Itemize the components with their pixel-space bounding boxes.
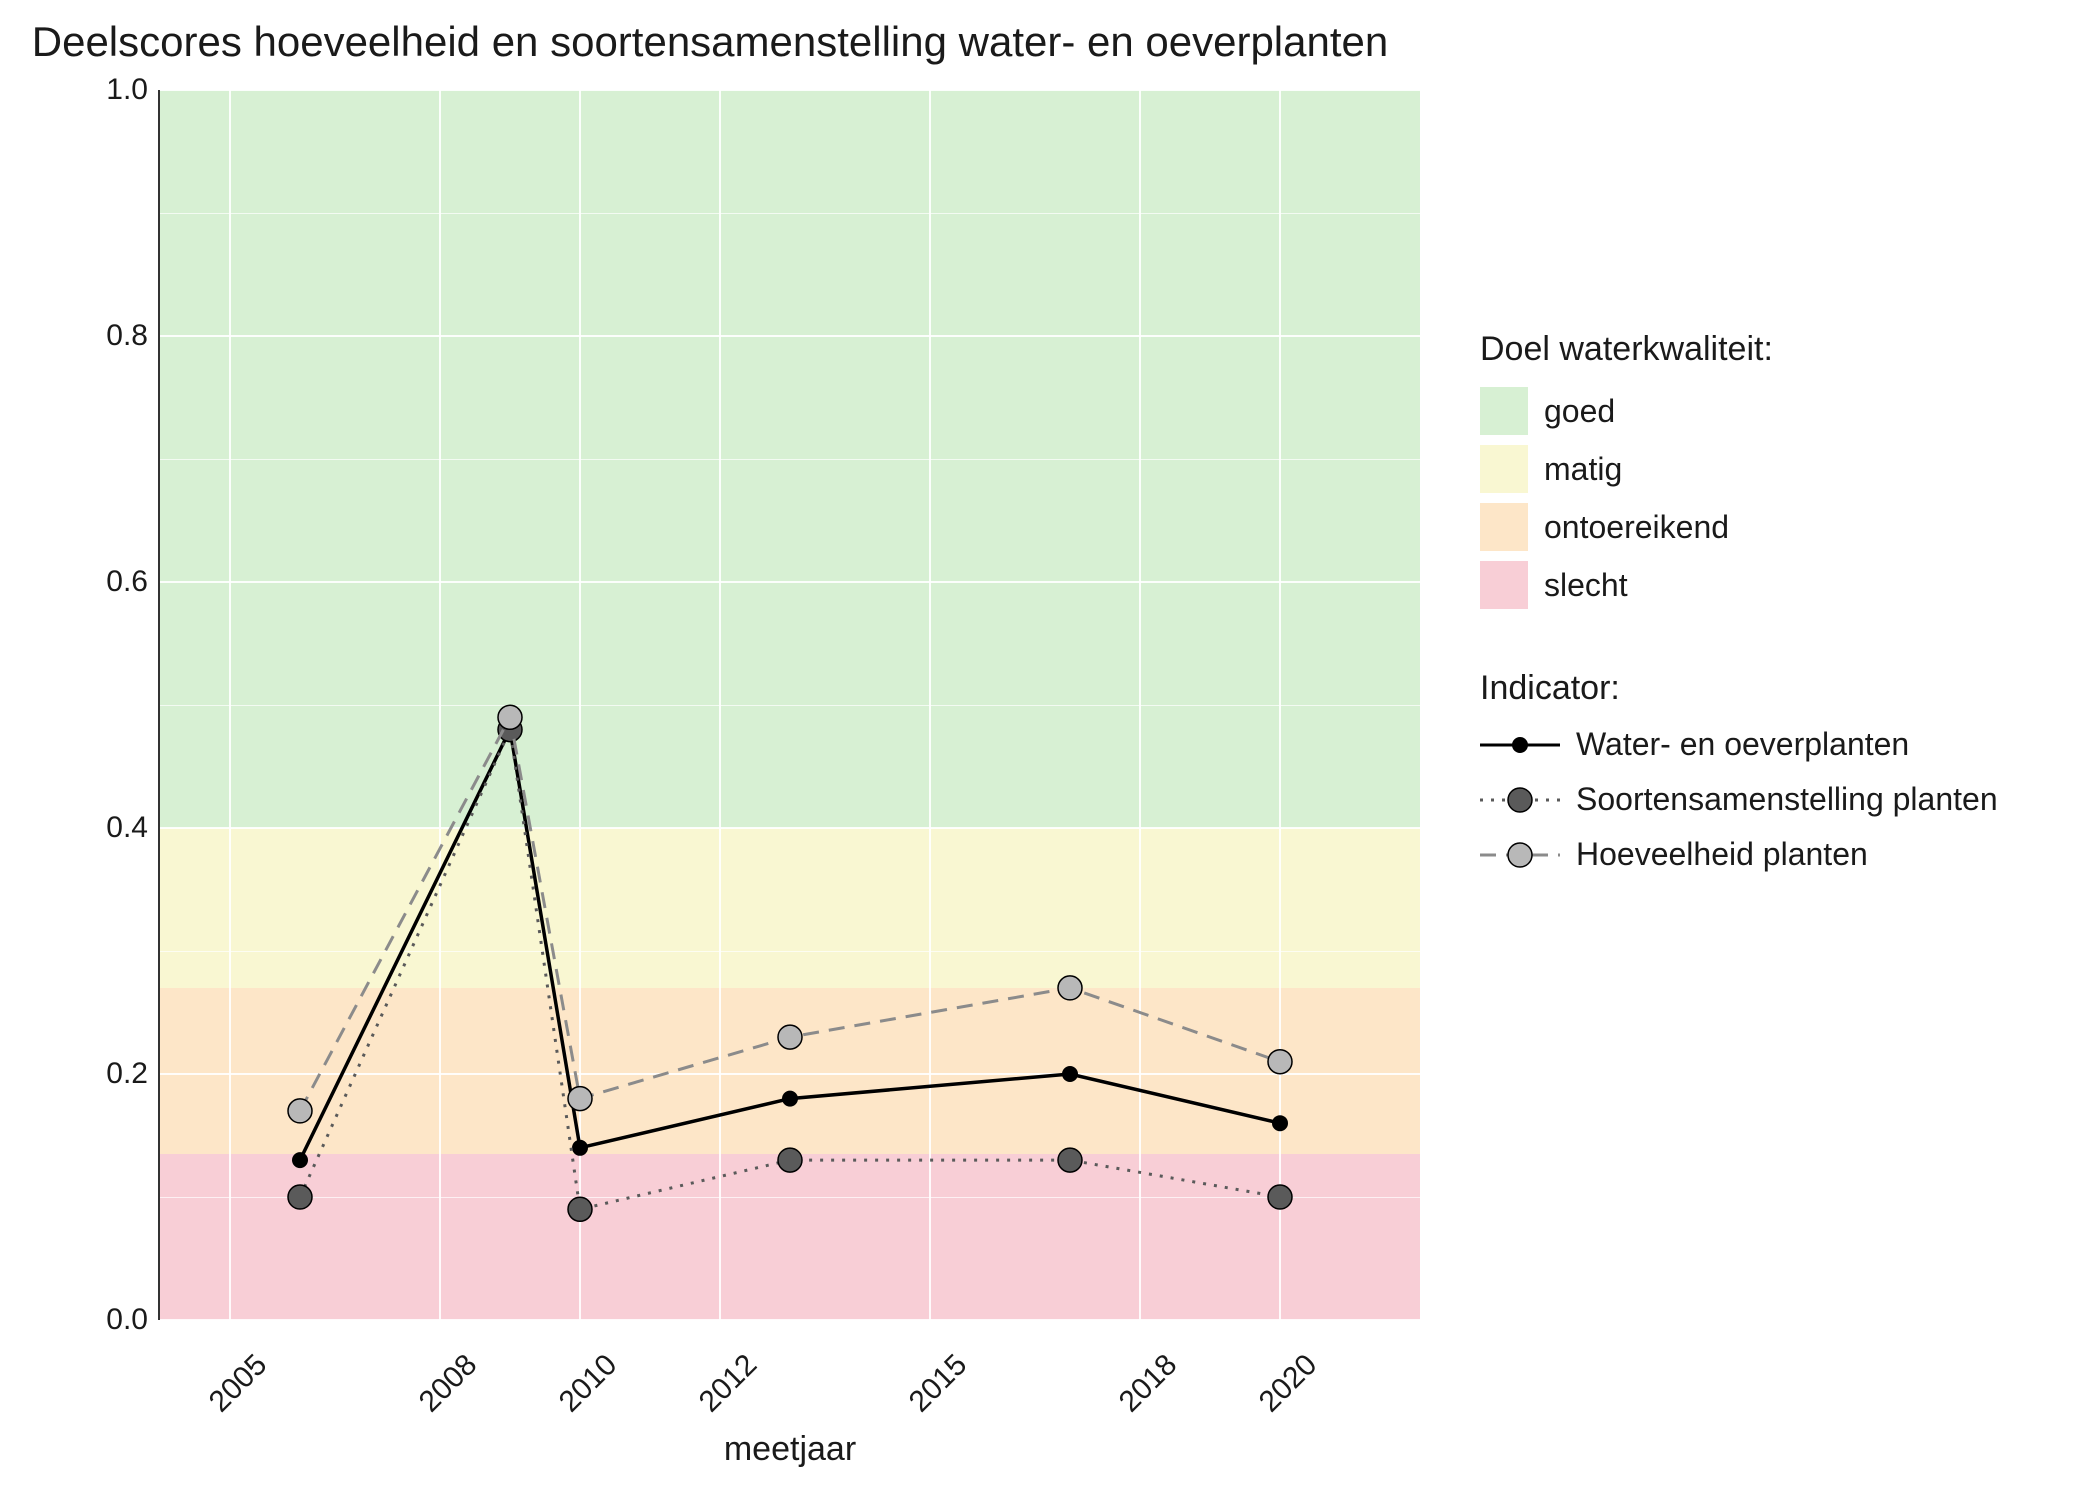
y-axis-label: kwaliteitscore (0 is minimaal, 1 is maxi…	[22, 0, 62, 120]
series-point	[782, 1091, 798, 1107]
series-point	[778, 1148, 802, 1172]
x-axis-label: meetjaar	[160, 1430, 1420, 1469]
plot-area: 0.00.20.40.60.81.0	[160, 90, 1420, 1320]
series-point	[1272, 1115, 1288, 1131]
legend-label: matig	[1544, 451, 1622, 488]
legend-label: ontoereikend	[1544, 509, 1729, 546]
series-point	[1058, 976, 1082, 1000]
y-tick-label: 0.2	[68, 1057, 148, 1091]
legend-swatch	[1480, 387, 1528, 435]
series-point	[498, 705, 522, 729]
legend-label: Soortensamenstelling planten	[1576, 781, 1998, 818]
legend-label: slecht	[1544, 567, 1628, 604]
legend-label: goed	[1544, 393, 1615, 430]
series-point	[1268, 1185, 1292, 1209]
legend-band-ontoereikend: ontoereikend	[1480, 503, 2080, 551]
legend-label: Hoeveelheid planten	[1576, 836, 1868, 873]
legend-title-indicator: Indicator:	[1480, 669, 2080, 708]
legend-band-slecht: slecht	[1480, 561, 2080, 609]
series-line	[300, 730, 1280, 1210]
legend-title-quality: Doel waterkwaliteit:	[1480, 330, 2080, 369]
y-tick-label: 0.0	[68, 1303, 148, 1337]
y-tick-label: 0.6	[68, 565, 148, 599]
y-tick-label: 0.8	[68, 319, 148, 353]
legend-band-matig: matig	[1480, 445, 2080, 493]
legend-swatch	[1480, 503, 1528, 551]
legend-series: Hoeveelheid planten	[1480, 836, 2080, 873]
series-point	[568, 1087, 592, 1111]
series-point	[572, 1140, 588, 1156]
series-point	[1058, 1148, 1082, 1172]
legend: Doel waterkwaliteit: goed matig ontoereike…	[1480, 330, 2080, 891]
series-point	[288, 1185, 312, 1209]
legend-series: Soortensamenstelling planten	[1480, 781, 2080, 818]
series-point	[1268, 1050, 1292, 1074]
legend-label: Water- en oeverplanten	[1576, 726, 1909, 763]
legend-series: Water- en oeverplanten	[1480, 726, 2080, 763]
series-point	[568, 1197, 592, 1221]
legend-swatch	[1480, 561, 1528, 609]
series-line	[300, 717, 1280, 1111]
y-tick-label: 0.4	[68, 811, 148, 845]
legend-swatch	[1480, 445, 1528, 493]
legend-key	[1480, 839, 1560, 871]
y-axis-line	[158, 90, 160, 1320]
series-point	[288, 1099, 312, 1123]
series-point	[778, 1025, 802, 1049]
series-point	[1062, 1066, 1078, 1082]
y-tick-label: 1.0	[68, 73, 148, 107]
legend-key	[1480, 784, 1560, 816]
legend-band-goed: goed	[1480, 387, 2080, 435]
legend-key	[1480, 729, 1560, 761]
chart-title: Deelscores hoeveelheid en soortensamenst…	[0, 18, 1420, 66]
series-point	[292, 1152, 308, 1168]
